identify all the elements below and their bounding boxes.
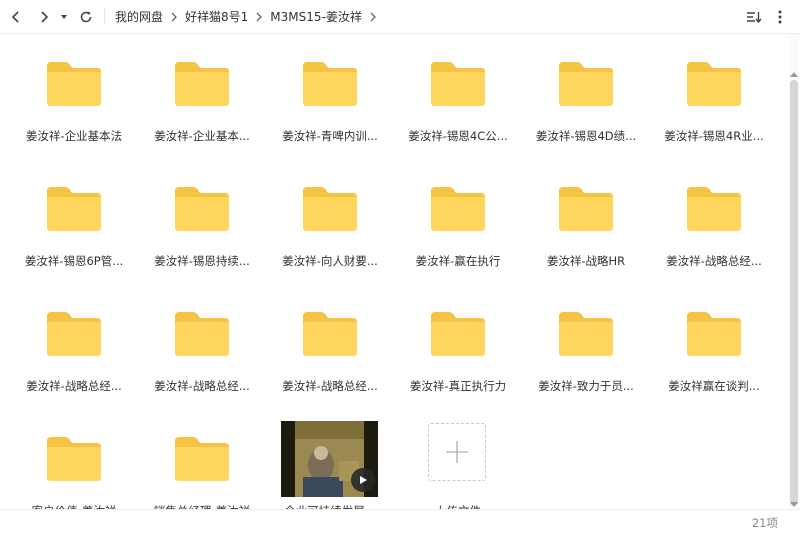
- folder-item[interactable]: 姜汝祥-战略HR: [522, 159, 650, 284]
- file-name-label: 姜汝祥-赢在执行: [415, 254, 501, 268]
- file-grid-viewport: 姜汝祥-企业基本法 姜汝祥-企业基本... 姜汝祥-青啤内训... 姜汝祥-锡恩…: [0, 34, 788, 509]
- folder-icon: [47, 62, 101, 106]
- file-name-label: 姜汝祥-企业基本法: [25, 129, 123, 143]
- folder-item[interactable]: 姜汝祥-企业基本法: [10, 34, 138, 159]
- folder-icon: [175, 62, 229, 106]
- toolbar-divider: [104, 9, 105, 25]
- file-name-label: 姜汝祥-锡恩4D绩...: [535, 129, 637, 143]
- folder-item[interactable]: 姜汝祥-赢在执行: [394, 159, 522, 284]
- file-name-label: 姜汝祥-企业基本...: [154, 129, 250, 143]
- scroll-up-arrow-icon[interactable]: [790, 72, 798, 77]
- folder-icon: [175, 437, 229, 481]
- folder-icon: [47, 312, 101, 356]
- file-name-label: 姜汝祥-战略总经...: [26, 379, 122, 393]
- folder-icon: [175, 312, 229, 356]
- play-icon[interactable]: [351, 468, 375, 492]
- folder-item[interactable]: 姜汝祥-致力于员...: [522, 284, 650, 409]
- folder-icon: [687, 312, 741, 356]
- more-vertical-icon: [778, 10, 782, 24]
- chevron-right-icon: [171, 12, 177, 21]
- folder-icon: [303, 62, 357, 106]
- file-name-label: 姜汝祥赢在谈判...: [668, 379, 760, 393]
- folder-item[interactable]: 姜汝祥-锡恩4D绩...: [522, 34, 650, 159]
- folder-icon: [303, 312, 357, 356]
- file-name-label: 姜汝祥-战略HR: [546, 254, 626, 268]
- history-dropdown-button[interactable]: [56, 7, 72, 27]
- more-button[interactable]: [770, 7, 790, 27]
- folder-item[interactable]: 姜汝祥-青啤内训...: [266, 34, 394, 159]
- file-name-label: 姜汝祥-锡恩4R业...: [664, 129, 764, 143]
- file-name-label: 姜汝祥-战略总经...: [666, 254, 762, 268]
- breadcrumb-separator: [163, 12, 185, 22]
- folder-icon: [175, 187, 229, 231]
- chevron-right-icon: [41, 11, 49, 23]
- file-name-label: 姜汝祥-锡恩6P管...: [24, 254, 124, 268]
- folder-icon: [431, 187, 485, 231]
- item-count: 21项: [751, 516, 778, 530]
- folder-icon: [687, 187, 741, 231]
- file-name-label: 姜汝祥-致力于员...: [538, 379, 634, 393]
- scroll-down-arrow-icon[interactable]: [790, 502, 798, 507]
- folder-item[interactable]: 姜汝祥-锡恩4C公...: [394, 34, 522, 159]
- breadcrumb-separator: [362, 12, 384, 22]
- folder-icon: [431, 62, 485, 106]
- folder-item[interactable]: 姜汝祥-锡恩4R业...: [650, 34, 778, 159]
- file-grid: 姜汝祥-企业基本法 姜汝祥-企业基本... 姜汝祥-青啤内训... 姜汝祥-锡恩…: [10, 34, 780, 509]
- file-name-label: 姜汝祥-战略总经...: [282, 379, 378, 393]
- plus-icon: [446, 441, 468, 463]
- chevron-right-icon: [256, 12, 263, 21]
- file-name-label: 姜汝祥-青啤内训...: [282, 129, 378, 143]
- caret-down-icon: [61, 15, 67, 19]
- folder-icon: [47, 187, 101, 231]
- file-name-label: 姜汝祥-锡恩持续...: [154, 254, 250, 268]
- status-bar: 21项: [0, 509, 800, 534]
- folder-icon: [47, 437, 101, 481]
- folder-item[interactable]: 客户价值-姜汝祥: [10, 409, 138, 509]
- video-file-item[interactable]: 企业可持续发展...: [266, 409, 394, 509]
- scroll-thumb[interactable]: [790, 80, 798, 506]
- scrollbar[interactable]: [789, 34, 799, 509]
- folder-item[interactable]: 姜汝祥-企业基本...: [138, 34, 266, 159]
- toolbar: 我的网盘 好祥猫8号1 M3MS15-姜汝祥: [0, 0, 800, 34]
- file-name-label: 姜汝祥-战略总经...: [154, 379, 250, 393]
- breadcrumb: 我的网盘 好祥猫8号1 M3MS15-姜汝祥: [115, 0, 384, 33]
- folder-item[interactable]: 销售总经理-姜汝祥: [138, 409, 266, 509]
- refresh-button[interactable]: [76, 7, 96, 27]
- play-triangle-icon: [360, 476, 367, 484]
- file-name-label: 姜汝祥-锡恩4C公...: [408, 129, 508, 143]
- chevron-left-icon: [11, 11, 19, 23]
- folder-item[interactable]: 姜汝祥-战略总经...: [138, 284, 266, 409]
- video-thumbnail: [281, 421, 378, 497]
- breadcrumb-item-folder[interactable]: 好祥猫8号1: [185, 8, 248, 25]
- sort-button[interactable]: [744, 7, 764, 27]
- folder-item[interactable]: 姜汝祥赢在谈判...: [650, 284, 778, 409]
- folder-icon: [687, 62, 741, 106]
- breadcrumb-separator: [248, 12, 270, 22]
- folder-item[interactable]: 姜汝祥-向人财要...: [266, 159, 394, 284]
- breadcrumb-item-home[interactable]: 我的网盘: [115, 8, 163, 25]
- folder-icon: [431, 312, 485, 356]
- file-name-label: 姜汝祥-真正执行力: [409, 379, 507, 393]
- folder-icon: [559, 312, 613, 356]
- folder-item[interactable]: 姜汝祥-战略总经...: [650, 159, 778, 284]
- refresh-icon: [80, 11, 92, 23]
- chevron-right-icon: [370, 12, 376, 21]
- folder-item[interactable]: 姜汝祥-战略总经...: [266, 284, 394, 409]
- folder-icon: [559, 187, 613, 231]
- folder-item[interactable]: 姜汝祥-锡恩6P管...: [10, 159, 138, 284]
- forward-button[interactable]: [34, 7, 54, 27]
- upload-file-button[interactable]: 上传文件: [394, 409, 522, 509]
- upload-box[interactable]: [428, 423, 486, 481]
- folder-icon: [559, 62, 613, 106]
- back-button[interactable]: [6, 7, 26, 27]
- folder-item[interactable]: 姜汝祥-战略总经...: [10, 284, 138, 409]
- file-name-label: 姜汝祥-向人财要...: [282, 254, 378, 268]
- breadcrumb-item-current[interactable]: M3MS15-姜汝祥: [270, 8, 362, 25]
- folder-icon: [303, 187, 357, 231]
- sort-icon: [747, 12, 762, 24]
- folder-item[interactable]: 姜汝祥-真正执行力: [394, 284, 522, 409]
- folder-item[interactable]: 姜汝祥-锡恩持续...: [138, 159, 266, 284]
